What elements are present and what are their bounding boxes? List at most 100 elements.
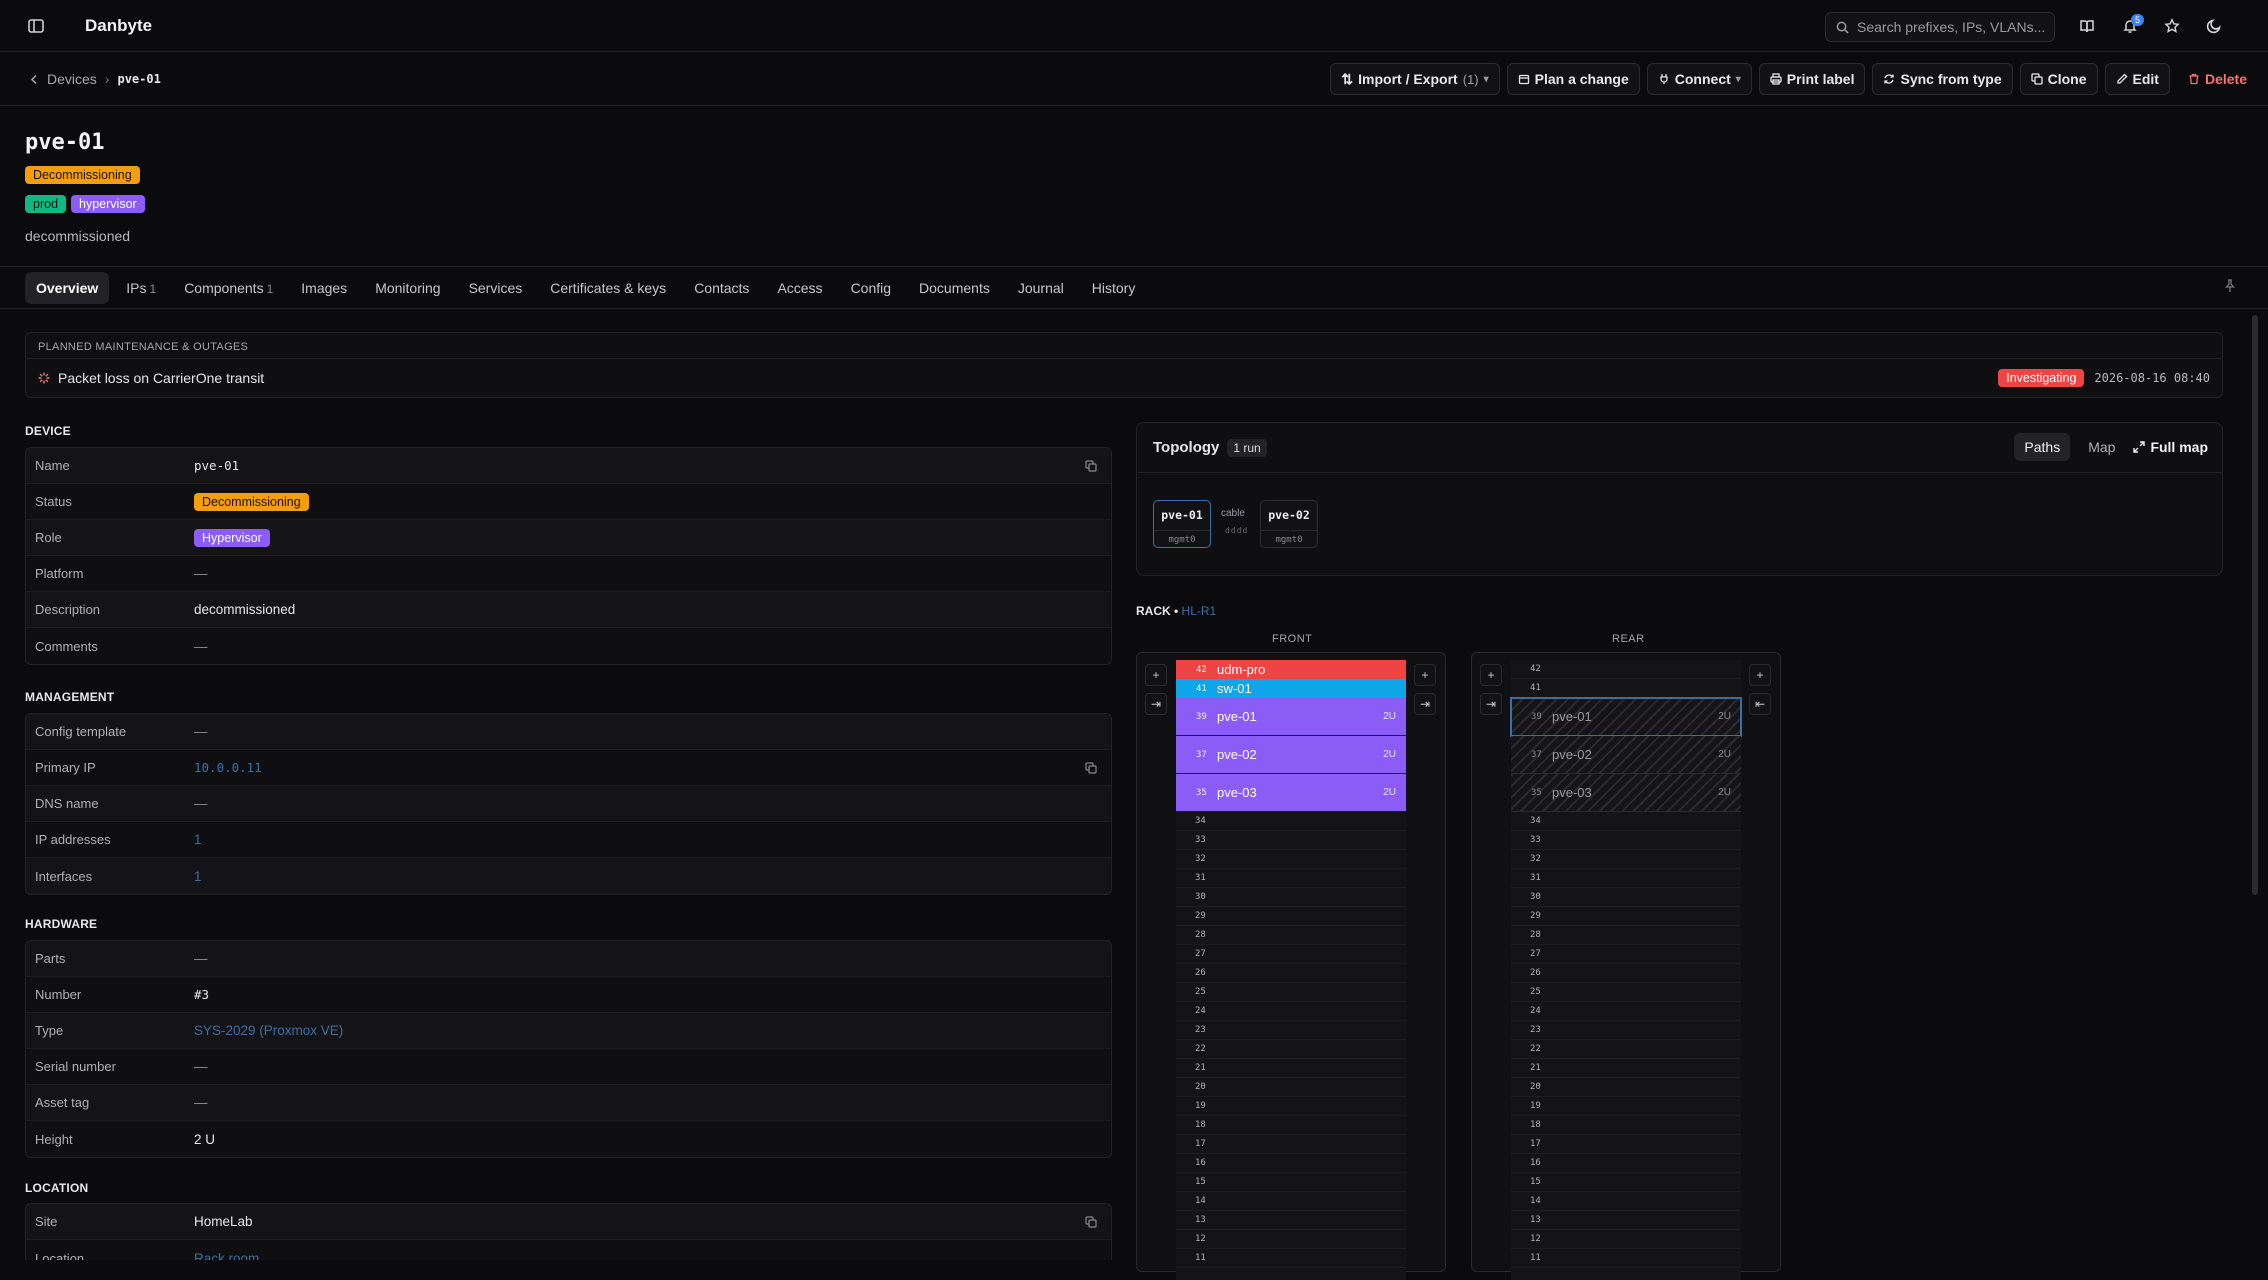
maintenance-item[interactable]: Packet loss on CarrierOne transit Invest… <box>26 359 2222 397</box>
chevron-left-icon[interactable] <box>30 74 39 85</box>
tab-documents[interactable]: Documents <box>908 272 1001 304</box>
tab-config[interactable]: Config <box>840 272 902 304</box>
tab-services[interactable]: Services <box>458 272 534 304</box>
prop-row: Number #3 <box>26 977 1111 1013</box>
rack-device-pve-03[interactable]: 35 pve-03 2U <box>1511 774 1741 812</box>
rack-device-height: 2U <box>1383 749 1396 760</box>
tab-images[interactable]: Images <box>290 272 358 304</box>
copy-icon[interactable] <box>1084 1215 1098 1229</box>
import-export-label: Import / Export <box>1358 71 1458 87</box>
rack-device-unit: 35 <box>1531 788 1542 798</box>
full-map-button[interactable]: Full map <box>2133 439 2208 455</box>
device-type-link[interactable]: SYS-2029 (Proxmox VE) <box>194 1023 343 1038</box>
rack-insert-right-icon[interactable]: ⇤ <box>1749 693 1771 715</box>
tab-monitoring[interactable]: Monitoring <box>364 272 451 304</box>
connect-button[interactable]: Connect ▾ <box>1646 63 1752 95</box>
rack-unit: 33 <box>1511 831 1741 850</box>
breadcrumb-devices-link[interactable]: Devices <box>47 71 97 87</box>
tab-label: Overview <box>36 279 99 296</box>
rack-unit-number: 31 <box>1530 873 1541 883</box>
calendar-icon <box>1518 73 1530 85</box>
tab-certificates[interactable]: Certificates & keys <box>539 272 677 304</box>
location-link[interactable]: Rack room <box>194 1251 259 1261</box>
delete-button[interactable]: Delete <box>2177 63 2258 95</box>
arrows-updown-icon: ⇅ <box>1341 70 1354 87</box>
prop-row: Primary IP 10.0.0.11 <box>26 750 1111 786</box>
interfaces-link[interactable]: 1 <box>194 869 202 884</box>
ip-addresses-link[interactable]: 1 <box>194 832 202 847</box>
prop-key: Parts <box>35 951 66 966</box>
rack-add-top-icon[interactable]: + <box>1145 664 1167 686</box>
search-box[interactable] <box>1825 12 2055 42</box>
rack-device-pve-02[interactable]: 37 pve-02 2U <box>1511 736 1741 774</box>
docs-book-icon[interactable] <box>2076 15 2098 37</box>
rack-unit: 34 <box>1176 812 1406 831</box>
rack-unit: 34 <box>1511 812 1741 831</box>
prop-value: pve-01 <box>194 458 240 473</box>
rack-unit-number: 23 <box>1530 1025 1541 1035</box>
rack-id-link[interactable]: HL-R1 <box>1182 604 1217 618</box>
rack-insert-left-icon[interactable]: ⇥ <box>1145 693 1167 715</box>
rack-unit-number: 34 <box>1530 816 1541 826</box>
rack-device-pve-01[interactable]: 39 pve-01 2U <box>1510 697 1742 737</box>
search-input[interactable] <box>1857 19 2047 35</box>
primary-ip-link[interactable]: 10.0.0.11 <box>194 760 262 775</box>
tab-paths[interactable]: Paths <box>2014 433 2071 461</box>
rack-insert-left-icon[interactable]: ⇥ <box>1480 693 1502 715</box>
clone-label: Clone <box>2047 71 2087 87</box>
topology-node-pve-02[interactable]: pve-02 mgmt0 <box>1260 500 1318 548</box>
rack-heading: RACK • HL-R1 <box>1136 604 1217 618</box>
edit-button[interactable]: Edit <box>2104 63 2170 95</box>
tag-prod[interactable]: prod <box>25 195 67 213</box>
rack-unit-number: 21 <box>1530 1063 1541 1073</box>
tab-journal[interactable]: Journal <box>1007 272 1075 304</box>
sidebar-toggle-icon[interactable] <box>25 15 47 37</box>
app-title[interactable]: Danbyte <box>85 16 152 36</box>
topology-node-pve-01[interactable]: pve-01 mgmt0 <box>1153 500 1211 548</box>
star-icon[interactable] <box>2161 15 2183 37</box>
rack-unit-number: 11 <box>1195 1253 1206 1263</box>
rack-unit-number: 32 <box>1195 854 1206 864</box>
tab-access[interactable]: Access <box>766 272 833 304</box>
tab-components[interactable]: Components 1 <box>173 272 284 304</box>
prop-row: Asset tag — <box>26 1085 1111 1121</box>
import-export-button[interactable]: ⇅ Import / Export (1) ▾ <box>1330 63 1500 95</box>
rack-device-sw-01[interactable]: 41 sw-01 <box>1176 679 1406 698</box>
print-label-button[interactable]: Print label <box>1758 63 1866 95</box>
rack-unit-number: 24 <box>1195 1006 1206 1016</box>
prop-value: — <box>194 566 208 581</box>
moon-icon[interactable] <box>2203 15 2225 37</box>
role-badge[interactable]: Hypervisor <box>194 528 270 547</box>
tab-overview[interactable]: Overview <box>25 271 110 304</box>
scrollbar[interactable] <box>2252 315 2258 895</box>
action-toolbar: ⇅ Import / Export (1) ▾ Plan a change Conne… <box>1330 63 2258 95</box>
pin-icon[interactable] <box>2222 278 2238 294</box>
maintenance-meta: Investigating 2026-08-16 08:40 <box>1998 369 2210 387</box>
prop-value: — <box>194 1095 208 1110</box>
copy-icon[interactable] <box>1084 459 1098 473</box>
rack-unit: 27 <box>1511 945 1741 964</box>
tab-contacts[interactable]: Contacts <box>683 272 760 304</box>
breadcrumb-current: pve-01 <box>117 72 161 86</box>
rack-device-pve-02[interactable]: 37 pve-02 2U <box>1176 736 1406 774</box>
rack-unit-number: 19 <box>1530 1101 1541 1111</box>
rack-device-pve-03[interactable]: 35 pve-03 2U <box>1176 774 1406 812</box>
rack-device-udm-pro[interactable]: 42 udm-pro <box>1176 660 1406 679</box>
rack-insert-right-icon[interactable]: ⇥ <box>1414 693 1436 715</box>
tab-history[interactable]: History <box>1081 272 1147 304</box>
rack-device-pve-01[interactable]: 39 pve-01 2U <box>1176 698 1406 736</box>
tag-hypervisor[interactable]: hypervisor <box>71 195 145 213</box>
rack-device-name: pve-02 <box>1217 747 1257 762</box>
sync-from-type-button[interactable]: Sync from type <box>1872 63 2013 95</box>
tab-ips[interactable]: IPs 1 <box>115 272 167 304</box>
tab-map[interactable]: Map <box>2078 433 2125 461</box>
rack-unit: 25 <box>1511 983 1741 1002</box>
plan-change-button[interactable]: Plan a change <box>1506 63 1640 95</box>
rack-device-unit: 37 <box>1531 750 1542 760</box>
clone-button[interactable]: Clone <box>2019 63 2098 95</box>
rack-add-top-icon[interactable]: + <box>1480 664 1502 686</box>
rack-add-top-right-icon[interactable]: + <box>1749 664 1771 686</box>
rack-unit-number: 21 <box>1195 1063 1206 1073</box>
rack-add-top-right-icon[interactable]: + <box>1414 664 1436 686</box>
copy-icon[interactable] <box>1084 761 1098 775</box>
